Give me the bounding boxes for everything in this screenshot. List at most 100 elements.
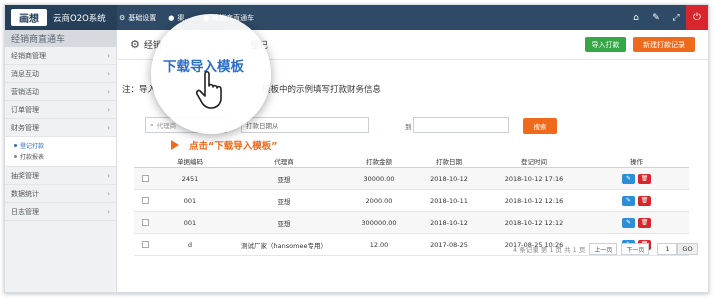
row-checkbox[interactable] — [134, 241, 156, 248]
delete-icon[interactable]: 🗑 — [638, 217, 651, 228]
search-button[interactable]: 搜索 — [523, 118, 557, 134]
gear-icon: ⚙ — [119, 13, 126, 22]
cell-amount: 300000.00 — [361, 218, 397, 227]
cell-actions: ✎🗑 — [584, 173, 689, 184]
power-icon[interactable]: ⏻ — [686, 5, 708, 30]
page-number-input[interactable]: 1 — [657, 243, 678, 255]
sidebar-item-logs[interactable]: 日志管理 › — [5, 203, 116, 221]
cell-date: 2018-10-11 — [430, 196, 468, 205]
sidebar-item-label: 日志管理 — [11, 207, 39, 216]
topnav-basic-settings[interactable]: ⚙ 基础设置 — [119, 13, 156, 23]
payment-table: 单据编码 代理商 打款金额 打款日期 登记时间 操作 2451 亚想 30000.0… — [134, 154, 689, 256]
header-reg-time: 登记时间 — [521, 157, 547, 166]
pointing-hand-icon — [196, 70, 222, 109]
cell-actions: ✎🗑 — [584, 217, 689, 228]
row-checkbox[interactable] — [134, 197, 156, 204]
date-from-label: 打款日期从 — [246, 122, 279, 130]
topnav-label: 基础设置 — [128, 13, 157, 22]
user-icon: ● — [168, 13, 175, 22]
sidebar-item-statistics[interactable]: 数据统计 › — [5, 185, 116, 203]
cell-agent: 亚想 — [277, 175, 291, 184]
cell-doc-no: d — [187, 240, 193, 249]
cell-doc-no: 2451 — [181, 174, 199, 183]
sidebar-item-label: 订单管理 — [11, 105, 39, 114]
row-checkbox[interactable] — [134, 175, 156, 182]
table-row: 001 亚想 300000.00 2018-10-12 2018-10-12 12:12… — [134, 212, 689, 234]
sidebar-item-orders[interactable]: 订单管理 › — [5, 101, 116, 119]
date-from-input[interactable]: 打款日期从 — [241, 117, 369, 133]
cell-actions: ✎🗑 — [584, 195, 689, 206]
sidebar-item-label: 数据统计 — [11, 189, 39, 198]
notice-prefix: 注：导入 — [122, 85, 157, 95]
header-doc-no: 单据编码 — [177, 157, 203, 166]
top-bar: 画想 云商O2O系统 ⚙ 基础设置 ● 渠... ● 经销商直通车 ⌂ ✎ ⤢ … — [5, 5, 708, 30]
delete-icon[interactable]: 🗑 — [638, 195, 651, 206]
header-agent: 代理商 — [274, 157, 294, 166]
sidebar-item-label: 抽奖管理 — [11, 171, 39, 180]
sidebar-item-lottery[interactable]: 抽奖管理 › — [5, 167, 116, 185]
checkbox[interactable] — [141, 219, 149, 226]
sidebar-sub-payment-report[interactable]: 打款报表 — [5, 151, 116, 162]
cell-reg-time: 2018-10-12 12:16 — [504, 196, 564, 205]
home-icon[interactable]: ⌂ — [626, 5, 646, 30]
cell-date: 2018-10-12 — [430, 218, 468, 227]
checkbox[interactable] — [141, 175, 149, 182]
triangle-arrow-icon — [171, 140, 179, 150]
checkbox[interactable] — [141, 241, 149, 248]
cell-reg-time: 2018-10-12 12:12 — [504, 218, 564, 227]
delete-icon[interactable]: 🗑 — [638, 173, 651, 184]
logo: 画想 云商O2O系统 — [5, 5, 117, 30]
sidebar-sub-label: 登记打款 — [20, 143, 45, 150]
header-date: 打款日期 — [436, 157, 462, 166]
pagination: 4 条记录 第 1 页 共 1 页 上一页 下一页 1 GO — [513, 242, 698, 256]
sidebar-item-dealer-management[interactable]: 经销商管理 › — [5, 47, 116, 65]
row-checkbox[interactable] — [134, 219, 156, 226]
sidebar-item-marketing[interactable]: 营销活动 › — [5, 83, 116, 101]
table-row: 001 亚想 2000.00 2018-10-11 2018-10-12 12:16 ✎ 🗑 — [134, 190, 689, 212]
import-payment-button[interactable]: 导入打款 — [585, 37, 626, 52]
edit-icon[interactable]: ✎ — [646, 5, 666, 30]
bullet-icon — [14, 155, 17, 158]
sidebar-title: 经销商直通车 — [5, 30, 116, 47]
checkbox[interactable] — [141, 197, 149, 204]
table-row: 2451 亚想 30000.00 2018-10-12 2018-10-12 17:16… — [134, 168, 689, 190]
sidebar-sub-register-payment[interactable]: 登记打款 — [5, 140, 116, 151]
edit-icon[interactable]: ✎ — [622, 217, 635, 228]
chevron-right-icon: › — [107, 105, 110, 114]
chevron-right-icon: › — [107, 69, 110, 78]
cell-agent: 亚想 — [277, 219, 291, 228]
hint-text: 点击“下载导入模板” — [189, 141, 278, 152]
date-to-input[interactable] — [413, 117, 509, 133]
cell-date: 2018-10-12 — [430, 174, 468, 183]
cell-amount: 12.00 — [369, 240, 389, 249]
cell-date: 2017-08-25 — [430, 240, 468, 249]
top-right-tools: ⌂ ✎ ⤢ ⏻ — [626, 5, 708, 30]
cell-amount: 30000.00 — [363, 174, 395, 183]
new-payment-record-button[interactable]: 新建打款记录 — [633, 37, 695, 52]
chevron-right-icon: › — [107, 87, 110, 96]
notice-suffix: 模板中的示例填写打款财务信息 — [262, 85, 382, 95]
cell-agent: 亚想 — [277, 197, 291, 206]
table-header: 单据编码 代理商 打款金额 打款日期 登记时间 操作 — [134, 154, 689, 168]
chevron-right-icon: › — [107, 171, 110, 180]
cell-amount: 2000.00 — [365, 196, 393, 205]
chevron-right-icon: › — [107, 51, 110, 60]
app-title: 云商O2O系统 — [53, 13, 106, 24]
chevron-right-icon: › — [107, 189, 110, 198]
sidebar-item-finance[interactable]: 财务管理 › — [5, 119, 116, 137]
cell-reg-time: 2018-10-12 17:16 — [504, 174, 564, 183]
go-button[interactable]: GO — [677, 243, 698, 255]
prev-page-button[interactable]: 上一页 — [589, 243, 618, 255]
bullet-icon — [14, 144, 17, 147]
sidebar-item-label: 消息互动 — [11, 69, 39, 78]
header-actions: 操作 — [630, 157, 643, 166]
date-to-label: 到 — [405, 123, 412, 131]
edit-icon[interactable]: ✎ — [622, 173, 635, 184]
search-icon: ⌕ — [150, 120, 154, 129]
sidebar-item-messages[interactable]: 消息互动 › — [5, 65, 116, 83]
fullscreen-icon[interactable]: ⤢ — [666, 5, 686, 30]
sidebar-submenu: 登记打款 打款报表 — [5, 137, 116, 167]
edit-icon[interactable]: ✎ — [622, 195, 635, 206]
cell-agent: 测试厂家（hansomee专用） — [241, 241, 327, 250]
next-page-button[interactable]: 下一页 — [621, 243, 650, 255]
